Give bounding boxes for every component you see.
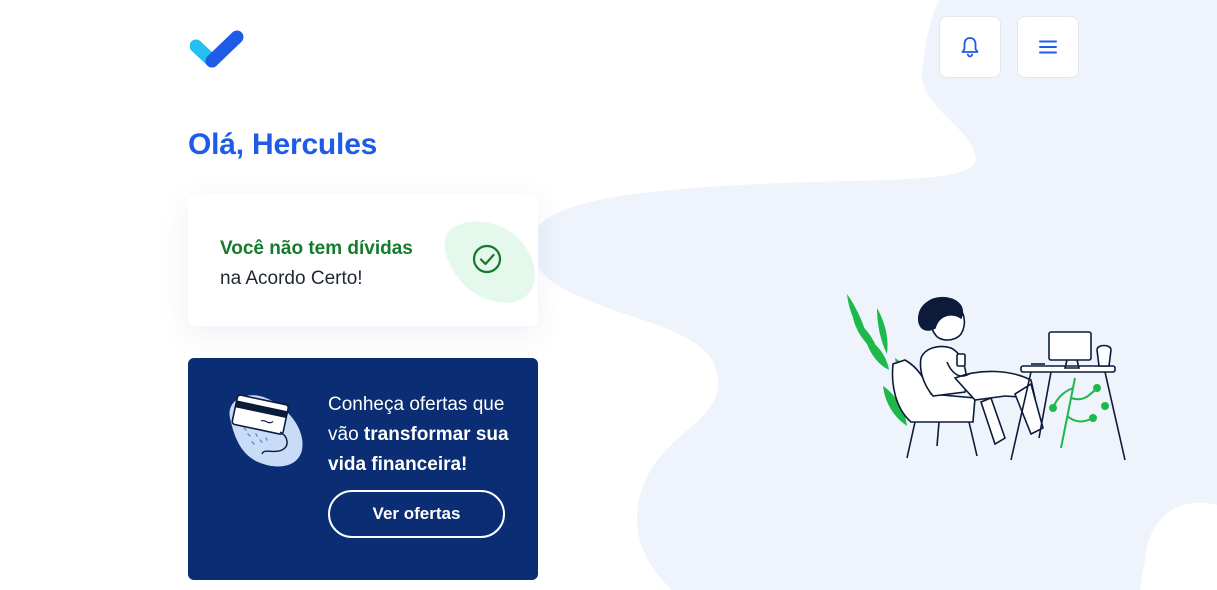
page-title: Olá, Hercules [188,128,378,161]
bell-icon [961,37,979,58]
menu-button[interactable] [1017,16,1079,78]
desk-plant [1049,377,1109,449]
offer-description: Conheça ofertas que vão transformar sua … [328,390,528,480]
debt-status-card: Você não tem dívidas na Acordo Certo! [188,194,538,326]
hamburger-menu-icon [1039,40,1057,54]
notifications-button[interactable] [939,16,1001,78]
status-subtitle: na Acordo Certo! [220,268,363,289]
check-circle-icon [444,221,535,303]
offers-card: Conheça ofertas que vão transformar sua … [188,358,538,580]
offer-text-prefix: vão [328,424,364,445]
credit-card-illustration [229,394,303,467]
check-logo-icon[interactable] [190,28,246,68]
person-at-desk-illustration [847,294,1126,461]
view-offers-button[interactable]: Ver ofertas [328,490,505,538]
offer-text-line1: Conheça ofertas que [328,394,505,415]
status-title: Você não tem dívidas [220,238,413,259]
